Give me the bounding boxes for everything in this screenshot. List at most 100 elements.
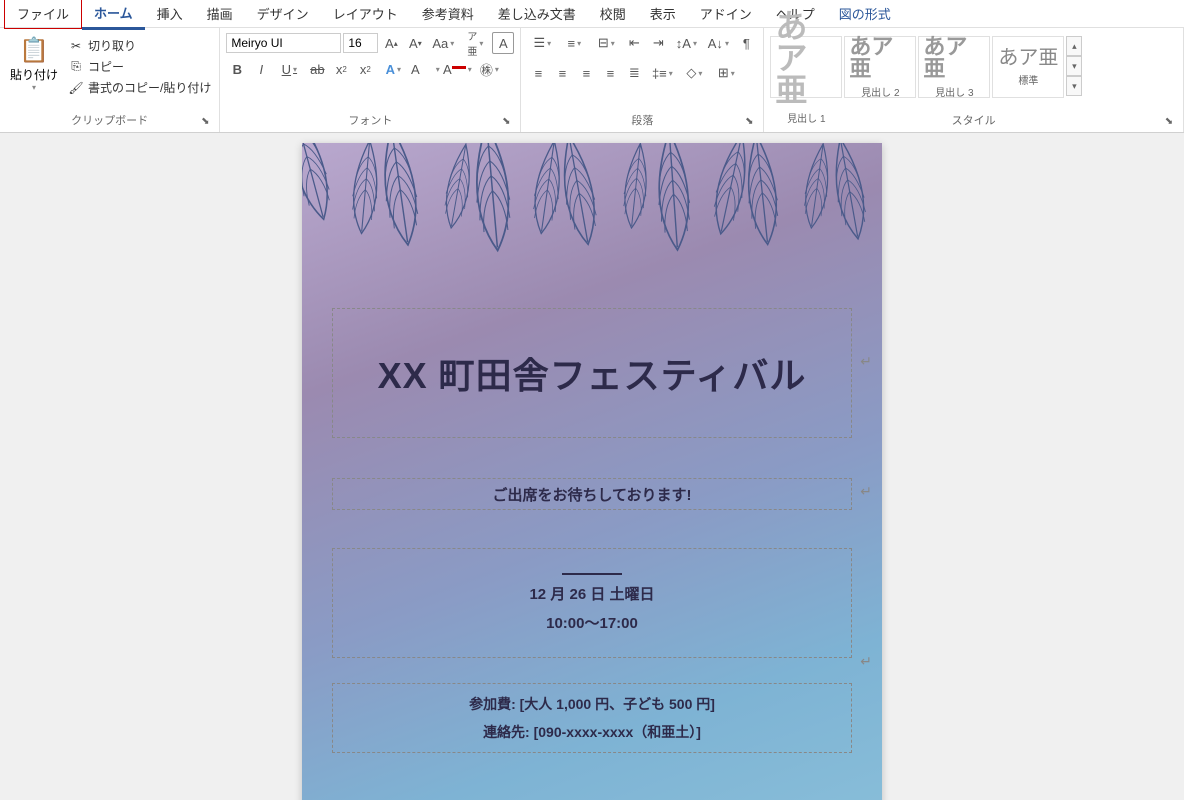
enclose-characters-button[interactable]: ㊑	[474, 58, 504, 80]
style-heading3[interactable]: あア亜 見出し 3	[918, 36, 990, 98]
font-size-select[interactable]	[343, 33, 378, 53]
paragraph-mark: ↵	[860, 483, 872, 500]
phonetic-guide-button[interactable]: ア亜	[460, 32, 490, 54]
paragraph-mark: ↵	[860, 353, 872, 370]
increase-font-button[interactable]: A▴	[380, 32, 402, 54]
style-name-label: 見出し 2	[861, 84, 899, 99]
date-text: 12 月 26 日 土曜日	[529, 583, 654, 604]
styles-group: あア亜 見出し 1 あア亜 見出し 2 あア亜 見出し 3 あア亜 標準 ▴	[764, 28, 1184, 132]
text-effects-button[interactable]: A	[378, 58, 408, 80]
title-textbox[interactable]: XX 町田舎フェスティバル	[332, 308, 852, 438]
clear-formatting-button[interactable]: A	[492, 32, 514, 54]
font-name-select[interactable]	[226, 33, 341, 53]
bold-button[interactable]: B	[226, 58, 248, 80]
view-tab[interactable]: 表示	[638, 0, 688, 28]
brush-icon: 🖌	[68, 80, 84, 96]
style-expand[interactable]: ▾	[1066, 76, 1082, 96]
styles-dialog-launcher[interactable]: ⬊	[1163, 116, 1175, 128]
paste-label: 貼り付け	[10, 66, 58, 83]
references-tab[interactable]: 参考資料	[410, 0, 486, 28]
cut-label: 切り取り	[88, 37, 136, 54]
distributed-button[interactable]: ≣	[623, 62, 645, 84]
align-center-button[interactable]: ≡	[551, 62, 573, 84]
borders-button[interactable]: ⊞	[711, 62, 741, 84]
leaf-decoration	[302, 143, 882, 323]
change-case-button[interactable]: Aa	[428, 32, 458, 54]
multilevel-list-button[interactable]: ⊟	[591, 32, 621, 54]
tab-bar: ファイル ホーム 挿入 描画 デザイン レイアウト 参考資料 差し込み文書 校閲…	[0, 0, 1184, 28]
justify-button[interactable]: ≡	[599, 62, 621, 84]
paragraph-group-label: 段落 ⬊	[527, 110, 757, 128]
style-preview: あア亜	[775, 10, 837, 106]
clipboard-icon: 📋	[20, 34, 48, 66]
subscript-button[interactable]: x2	[330, 58, 352, 80]
scissors-icon: ✂	[68, 38, 84, 54]
paste-button[interactable]: 📋 貼り付け ▾	[6, 32, 62, 110]
paragraph-group: ☰ ≡ ⊟ ⇤ ⇥ ↕A A↓ ¶ ≡ ≡ ≡ ≡ ≣ ‡≡ ◇	[521, 28, 764, 132]
format-painter-button[interactable]: 🖌 書式のコピー/貼り付け	[66, 78, 213, 97]
underline-button[interactable]: U	[274, 58, 304, 80]
review-tab[interactable]: 校閲	[588, 0, 638, 28]
subtitle-textbox[interactable]: ご出席をお待ちしております!	[332, 478, 852, 510]
italic-button[interactable]: I	[250, 58, 272, 80]
mailings-tab[interactable]: 差し込み文書	[486, 0, 588, 28]
decrease-indent-button[interactable]: ⇤	[623, 32, 645, 54]
font-dialog-launcher[interactable]: ⬊	[500, 116, 512, 128]
copy-button[interactable]: ⎘ コピー	[66, 57, 213, 76]
fee-text: 参加費: [大人 1,000 円、子ども 500 円]	[469, 694, 715, 714]
cut-button[interactable]: ✂ 切り取り	[66, 36, 213, 55]
superscript-button[interactable]: x2	[354, 58, 376, 80]
style-heading2[interactable]: あア亜 見出し 2	[844, 36, 916, 98]
shading-button[interactable]: ◇	[679, 62, 709, 84]
addins-tab[interactable]: アドイン	[688, 0, 764, 28]
file-tab[interactable]: ファイル	[4, 0, 82, 29]
document-area[interactable]: XX 町田舎フェスティバル ↵ ご出席をお待ちしております! ↵ 12 月 26…	[0, 133, 1184, 800]
strikethrough-button[interactable]: ab	[306, 58, 328, 80]
home-tab[interactable]: ホーム	[82, 0, 145, 30]
page[interactable]: XX 町田舎フェスティバル ↵ ご出席をお待ちしております! ↵ 12 月 26…	[302, 143, 882, 800]
picture-format-tab[interactable]: 図の形式	[827, 0, 903, 28]
date-textbox[interactable]: 12 月 26 日 土曜日 10:00～17:00	[332, 548, 852, 658]
bullets-button[interactable]: ☰	[527, 32, 557, 54]
layout-tab[interactable]: レイアウト	[321, 0, 410, 28]
style-name-label: 見出し 3	[935, 84, 973, 99]
highlight-button[interactable]: A	[410, 58, 440, 80]
style-normal[interactable]: あア亜 標準	[992, 36, 1064, 98]
insert-tab[interactable]: 挿入	[145, 0, 195, 28]
align-right-button[interactable]: ≡	[575, 62, 597, 84]
style-heading1[interactable]: あア亜 見出し 1	[770, 36, 842, 98]
styles-group-label: スタイル ⬊	[770, 110, 1177, 128]
clipboard-group-label: クリップボード ⬊	[6, 110, 213, 128]
copy-icon: ⎘	[68, 59, 84, 75]
sort-button[interactable]: A↓	[703, 32, 733, 54]
paragraph-dialog-launcher[interactable]: ⬊	[743, 116, 755, 128]
document-title: XX 町田舎フェスティバル	[378, 347, 807, 399]
contact-text: 連絡先: [090-xxxx-xxxx（和亜土）]	[483, 722, 701, 742]
style-preview: あア亜	[998, 48, 1058, 68]
clipboard-group: 📋 貼り付け ▾ ✂ 切り取り ⎘ コピー 🖌 書式のコピー/貼り付け	[0, 28, 220, 132]
design-tab[interactable]: デザイン	[245, 0, 321, 28]
font-color-button[interactable]: A	[442, 58, 472, 80]
copy-label: コピー	[88, 58, 124, 75]
font-group-label: フォント ⬊	[226, 110, 514, 128]
draw-tab[interactable]: 描画	[195, 0, 245, 28]
ribbon: 📋 貼り付け ▾ ✂ 切り取り ⎘ コピー 🖌 書式のコピー/貼り付け	[0, 28, 1184, 133]
style-scroll-down[interactable]: ▾	[1066, 56, 1082, 76]
document-subtitle: ご出席をお待ちしております!	[492, 484, 691, 505]
time-text: 10:00～17:00	[546, 612, 638, 633]
increase-indent-button[interactable]: ⇥	[647, 32, 669, 54]
style-preview: あア亜	[923, 36, 985, 80]
style-scroll-up[interactable]: ▴	[1066, 36, 1082, 56]
show-marks-button[interactable]: ¶	[735, 32, 757, 54]
clipboard-dialog-launcher[interactable]: ⬊	[199, 116, 211, 128]
text-direction-button[interactable]: ↕A	[671, 32, 701, 54]
numbering-button[interactable]: ≡	[559, 32, 589, 54]
divider	[562, 573, 622, 575]
decrease-font-button[interactable]: A▾	[404, 32, 426, 54]
info-textbox[interactable]: 参加費: [大人 1,000 円、子ども 500 円] 連絡先: [090-xx…	[332, 683, 852, 753]
align-left-button[interactable]: ≡	[527, 62, 549, 84]
format-painter-label: 書式のコピー/貼り付け	[88, 79, 211, 96]
style-preview: あア亜	[849, 36, 911, 80]
line-spacing-button[interactable]: ‡≡	[647, 62, 677, 84]
font-group: A▴ A▾ Aa ア亜 A B I U ab x2 x2 A A A ㊑	[220, 28, 521, 132]
